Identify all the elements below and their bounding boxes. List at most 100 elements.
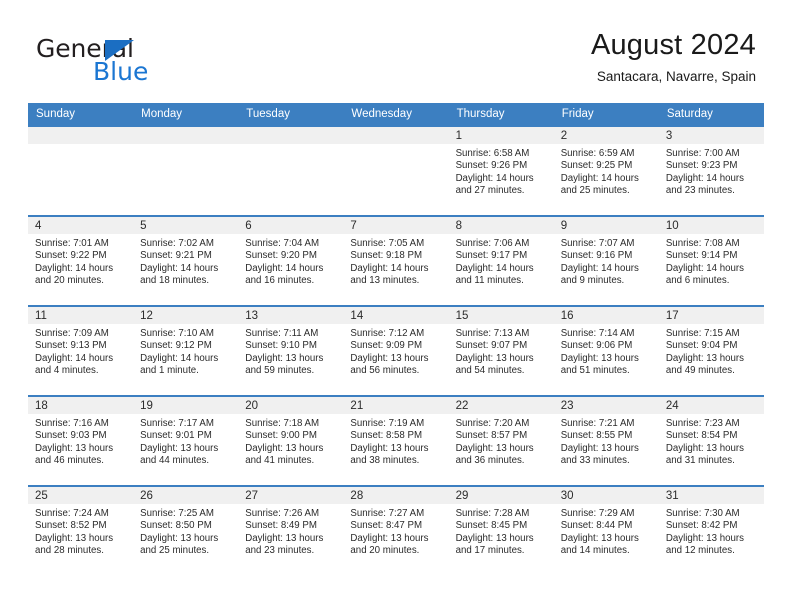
- calendar-day-cell[interactable]: 7 Sunrise: 7:05 AM Sunset: 9:18 PM Daylight…: [343, 215, 449, 306]
- calendar-day-cell[interactable]: 12 Sunrise: 7:10 AM Sunset: 9:12 PM Dayligh…: [133, 305, 239, 396]
- sunrise-text: Sunrise: 7:23 AM: [665, 418, 740, 429]
- day-details: Sunrise: 7:02 AM Sunset: 9:21 PM Daylight:…: [133, 234, 238, 288]
- calendar-day-cell[interactable]: 19 Sunrise: 7:17 AM Sunset: 9:01 PM Dayligh…: [133, 395, 239, 486]
- calendar-day-cell[interactable]: 29 Sunrise: 7:28 AM Sunset: 8:45 PM Dayligh…: [448, 485, 554, 576]
- day-cell-inner: 22 Sunrise: 7:20 AM Sunset: 8:57 PM Dayligh…: [448, 397, 554, 485]
- sunrise-text: Sunrise: 7:30 AM: [665, 508, 740, 519]
- calendar-day-cell[interactable]: 2 Sunrise: 6:59 AM Sunset: 9:25 PM Daylight…: [553, 125, 659, 216]
- calendar-day-cell[interactable]: 1 Sunrise: 6:58 AM Sunset: 9:26 PM Daylight…: [448, 125, 554, 216]
- sunset-text: Sunset: 9:09 PM: [350, 340, 423, 352]
- daylight-text-line1: Daylight: 13 hours: [455, 532, 534, 544]
- sunset-text: Sunset: 9:12 PM: [140, 340, 212, 352]
- daylight-text-line1: Daylight: 13 hours: [35, 532, 114, 544]
- calendar-day-cell[interactable]: 18 Sunrise: 7:16 AM Sunset: 9:03 PM Dayligh…: [28, 395, 134, 486]
- calendar-day-cell[interactable]: 4 Sunrise: 7:01 AM Sunset: 9:22 PM Daylight…: [28, 215, 134, 306]
- calendar-day-cell[interactable]: 15 Sunrise: 7:13 AM Sunset: 9:07 PM Dayligh…: [448, 305, 554, 396]
- weekday-header-sunday: Sunday: [28, 103, 134, 126]
- calendar-day-cell[interactable]: 23 Sunrise: 7:21 AM Sunset: 8:55 PM Dayligh…: [553, 395, 659, 486]
- calendar-day-cell[interactable]: 30 Sunrise: 7:29 AM Sunset: 8:44 PM Dayligh…: [553, 485, 659, 576]
- day-cell-inner: 8 Sunrise: 7:06 AM Sunset: 9:17 PM Daylight…: [448, 217, 554, 305]
- day-cell-inner: [343, 127, 449, 215]
- calendar-day-cell[interactable]: 16 Sunrise: 7:14 AM Sunset: 9:06 PM Dayligh…: [553, 305, 659, 396]
- day-number: 31: [658, 487, 764, 504]
- sunset-text: Sunset: 8:45 PM: [455, 520, 528, 532]
- generalblue-logo[interactable]: General Blue: [36, 36, 236, 88]
- sunset-text: Sunset: 8:50 PM: [140, 520, 212, 532]
- day-number: 2: [553, 127, 659, 144]
- day-cell-inner: 21 Sunrise: 7:19 AM Sunset: 8:58 PM Dayligh…: [343, 397, 449, 485]
- sunset-text: Sunset: 8:49 PM: [245, 520, 317, 532]
- daylight-text-line1: Daylight: 14 hours: [560, 262, 639, 274]
- calendar-day-cell[interactable]: 8 Sunrise: 7:06 AM Sunset: 9:17 PM Daylight…: [448, 215, 554, 306]
- sunset-text: Sunset: 9:25 PM: [560, 160, 633, 172]
- calendar-table: Sunday Monday Tuesday Wednesday Thursday Frid…: [28, 103, 764, 576]
- calendar-day-cell[interactable]: 26 Sunrise: 7:25 AM Sunset: 8:50 PM Dayligh…: [133, 485, 239, 576]
- calendar-day-cell[interactable]: 25 Sunrise: 7:24 AM Sunset: 8:52 PM Dayligh…: [28, 485, 134, 576]
- calendar-day-cell[interactable]: 13 Sunrise: 7:11 AM Sunset: 9:10 PM Dayligh…: [238, 305, 344, 396]
- calendar-week-row: 18 Sunrise: 7:16 AM Sunset: 9:03 PM Dayligh…: [28, 395, 764, 486]
- day-number: [133, 127, 239, 144]
- day-details: Sunrise: 7:05 AM Sunset: 9:18 PM Daylight:…: [343, 234, 448, 288]
- sunrise-text: Sunrise: 7:24 AM: [35, 508, 109, 519]
- sunrise-text: Sunrise: 7:04 AM: [245, 238, 320, 249]
- day-details: Sunrise: 7:20 AM Sunset: 8:57 PM Daylight:…: [449, 414, 554, 468]
- sunrise-text: Sunrise: 7:28 AM: [455, 508, 530, 519]
- day-details: Sunrise: 7:14 AM Sunset: 9:06 PM Daylight:…: [554, 324, 659, 378]
- day-details: Sunrise: 7:15 AM Sunset: 9:04 PM Daylight:…: [659, 324, 764, 378]
- sunrise-text: Sunrise: 7:06 AM: [455, 238, 530, 249]
- calendar-day-cell[interactable]: 6 Sunrise: 7:04 AM Sunset: 9:20 PM Daylight…: [238, 215, 344, 306]
- sunset-text: Sunset: 9:06 PM: [560, 340, 633, 352]
- calendar-day-cell[interactable]: 27 Sunrise: 7:26 AM Sunset: 8:49 PM Dayligh…: [238, 485, 344, 576]
- calendar-day-cell[interactable]: 28 Sunrise: 7:27 AM Sunset: 8:47 PM Dayligh…: [343, 485, 449, 576]
- day-cell-inner: 11 Sunrise: 7:09 AM Sunset: 9:13 PM Dayligh…: [28, 307, 134, 395]
- day-number: 13: [238, 307, 344, 324]
- day-number: 28: [343, 487, 449, 504]
- day-number: 27: [238, 487, 344, 504]
- sunrise-text: Sunrise: 7:13 AM: [455, 328, 530, 339]
- calendar-day-cell[interactable]: 9 Sunrise: 7:07 AM Sunset: 9:16 PM Daylight…: [553, 215, 659, 306]
- daylight-text-line1: Daylight: 13 hours: [560, 442, 639, 454]
- calendar-day-cell[interactable]: 22 Sunrise: 7:20 AM Sunset: 8:57 PM Dayligh…: [448, 395, 554, 486]
- daylight-text-line2: and 25 minutes.: [140, 545, 210, 557]
- calendar-day-cell[interactable]: 14 Sunrise: 7:12 AM Sunset: 9:09 PM Dayligh…: [343, 305, 449, 396]
- daylight-text-line1: Daylight: 14 hours: [245, 262, 324, 274]
- daylight-text-line1: Daylight: 14 hours: [140, 352, 219, 364]
- day-details: Sunrise: 7:09 AM Sunset: 9:13 PM Daylight:…: [28, 324, 133, 378]
- daylight-text-line1: Daylight: 13 hours: [140, 532, 219, 544]
- calendar-day-cell-empty: [238, 125, 344, 216]
- day-cell-inner: 26 Sunrise: 7:25 AM Sunset: 8:50 PM Dayligh…: [133, 487, 239, 576]
- calendar-day-cell[interactable]: 3 Sunrise: 7:00 AM Sunset: 9:23 PM Daylight…: [658, 125, 764, 216]
- calendar-day-cell[interactable]: 21 Sunrise: 7:19 AM Sunset: 8:58 PM Dayligh…: [343, 395, 449, 486]
- calendar-day-cell[interactable]: 20 Sunrise: 7:18 AM Sunset: 9:00 PM Dayligh…: [238, 395, 344, 486]
- calendar-day-cell[interactable]: 17 Sunrise: 7:15 AM Sunset: 9:04 PM Dayligh…: [658, 305, 764, 396]
- sunset-text: Sunset: 8:44 PM: [560, 520, 633, 532]
- day-cell-inner: 12 Sunrise: 7:10 AM Sunset: 9:12 PM Dayligh…: [133, 307, 239, 395]
- calendar-day-cell[interactable]: 31 Sunrise: 7:30 AM Sunset: 8:42 PM Dayligh…: [658, 485, 764, 576]
- day-details: Sunrise: 6:59 AM Sunset: 9:25 PM Daylight:…: [554, 144, 659, 198]
- day-number: 25: [28, 487, 134, 504]
- daylight-text-line2: and 46 minutes.: [35, 455, 104, 467]
- daylight-text-line2: and 4 minutes.: [35, 365, 99, 377]
- calendar-day-cell[interactable]: 5 Sunrise: 7:02 AM Sunset: 9:21 PM Daylight…: [133, 215, 239, 306]
- daylight-text-line2: and 17 minutes.: [455, 545, 525, 557]
- day-cell-inner: 18 Sunrise: 7:16 AM Sunset: 9:03 PM Dayligh…: [28, 397, 134, 485]
- calendar-day-cell[interactable]: 10 Sunrise: 7:08 AM Sunset: 9:14 PM Dayligh…: [658, 215, 764, 306]
- sunset-text: Sunset: 8:58 PM: [350, 430, 423, 442]
- day-cell-inner: 31 Sunrise: 7:30 AM Sunset: 8:42 PM Dayligh…: [658, 487, 764, 576]
- daylight-text-line1: Daylight: 14 hours: [35, 352, 114, 364]
- day-number: 22: [448, 397, 554, 414]
- day-details: Sunrise: 7:23 AM Sunset: 8:54 PM Daylight:…: [659, 414, 764, 468]
- sunrise-text: Sunrise: 7:27 AM: [350, 508, 425, 519]
- calendar-week-row: 25 Sunrise: 7:24 AM Sunset: 8:52 PM Dayligh…: [28, 485, 764, 576]
- calendar-page: General Blue August 2024 Santacara, Nava…: [0, 0, 792, 612]
- calendar-day-cell[interactable]: 24 Sunrise: 7:23 AM Sunset: 8:54 PM Dayligh…: [658, 395, 764, 486]
- day-details: Sunrise: 7:01 AM Sunset: 9:22 PM Daylight:…: [28, 234, 133, 288]
- daylight-text-line1: Daylight: 13 hours: [455, 352, 534, 364]
- day-cell-inner: 20 Sunrise: 7:18 AM Sunset: 9:00 PM Dayligh…: [238, 397, 344, 485]
- calendar-day-cell[interactable]: 11 Sunrise: 7:09 AM Sunset: 9:13 PM Dayligh…: [28, 305, 134, 396]
- day-details: Sunrise: 7:11 AM Sunset: 9:10 PM Daylight:…: [238, 324, 343, 378]
- day-number: 12: [133, 307, 239, 324]
- day-number: 10: [658, 217, 764, 234]
- day-cell-inner: 9 Sunrise: 7:07 AM Sunset: 9:16 PM Daylight…: [553, 217, 659, 305]
- daylight-text-line2: and 49 minutes.: [665, 365, 735, 377]
